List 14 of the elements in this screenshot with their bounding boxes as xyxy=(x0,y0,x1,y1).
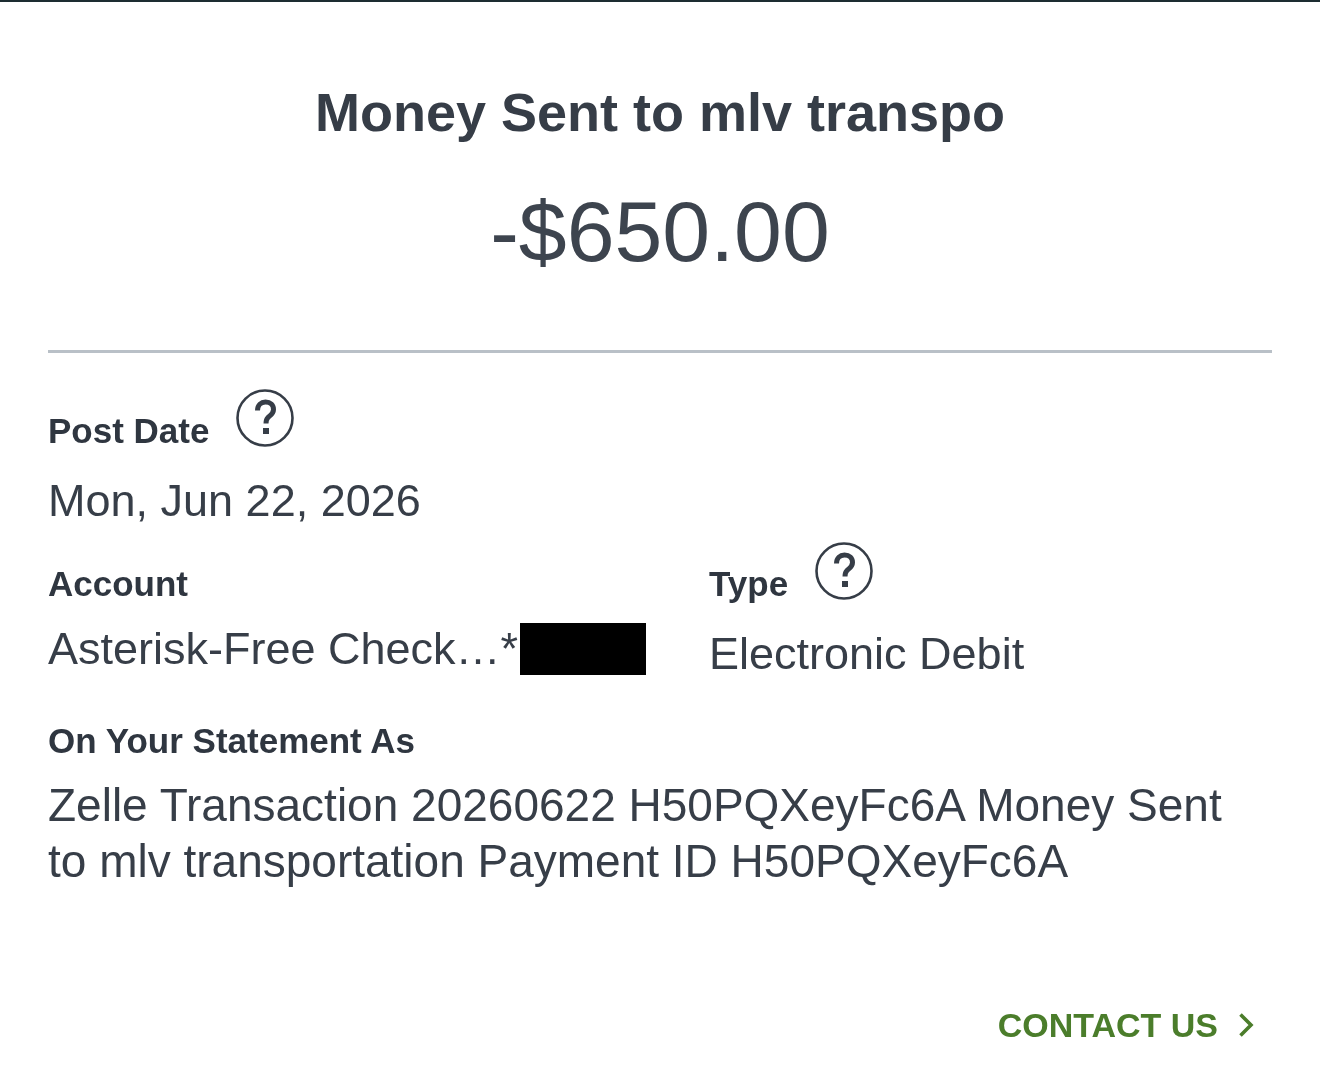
field-value: Mon, Jun 22, 2026 xyxy=(48,474,422,528)
transaction-title: Money Sent to mlv transpo xyxy=(313,81,1007,143)
field-label: On Your Statement As xyxy=(48,721,416,761)
contact-us-link[interactable]: CONTACT US xyxy=(997,1003,1254,1047)
chevron-right-icon xyxy=(1238,1012,1254,1038)
statement-description: Zelle Transaction 20260622 H50PQXeyFc6A Money Sent to mlv transportation Payment ID H50PQXeyFc6A xyxy=(48,778,1223,889)
field-label: Post Date xyxy=(48,411,210,451)
help-icon[interactable] xyxy=(815,542,874,600)
field-value: Asterisk-Free Check…* xyxy=(48,622,519,676)
field-label: Account xyxy=(48,564,188,604)
help-icon[interactable] xyxy=(236,389,295,447)
transaction-amount: -$650.00 xyxy=(489,182,831,281)
field-value: Electronic Debit xyxy=(709,627,1025,681)
field-label: Type xyxy=(709,564,789,604)
